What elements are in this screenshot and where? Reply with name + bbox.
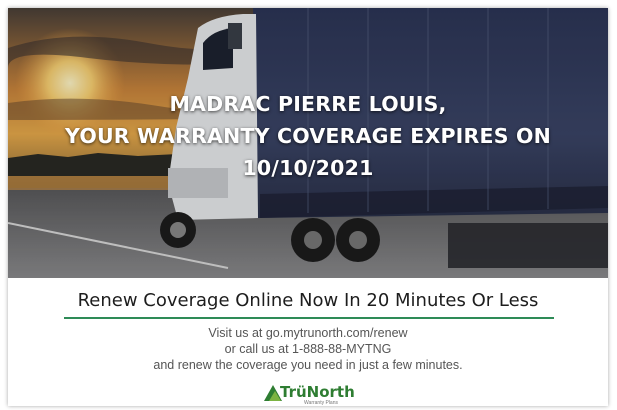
renew-headline-link[interactable]: Renew Coverage Online Now In 20 Minutes … <box>8 290 608 311</box>
renew-instructions: Visit us at go.mytrunorth.com/renew or c… <box>8 325 608 373</box>
warranty-card: MADRAC PIERRE LOUIS, YOUR WARRANTY COVER… <box>8 8 608 406</box>
headline-underline <box>64 317 554 319</box>
customer-name: MADRAC PIERRE LOUIS, <box>169 92 447 116</box>
expiration-notice: MADRAC PIERRE LOUIS, YOUR WARRANTY COVER… <box>8 88 608 184</box>
expiration-message: YOUR WARRANTY COVERAGE EXPIRES ON <box>65 124 551 148</box>
phone-number[interactable]: or call us at 1-888-88-MYTNG <box>8 341 608 357</box>
hero-banner: MADRAC PIERRE LOUIS, YOUR WARRANTY COVER… <box>8 8 608 278</box>
renewal-section: Renew Coverage Online Now In 20 Minutes … <box>8 278 608 406</box>
trunorth-logo[interactable]: TrüNorth Warranty Plans <box>260 382 360 406</box>
renew-description: and renew the coverage you need in just … <box>153 358 463 372</box>
visit-url-link[interactable]: Visit us at go.mytrunorth.com/renew <box>8 325 608 341</box>
logo-tagline: Warranty Plans <box>304 400 338 406</box>
expiration-date: 10/10/2021 <box>242 156 374 180</box>
logo-wordmark: TrüNorth <box>280 383 355 401</box>
